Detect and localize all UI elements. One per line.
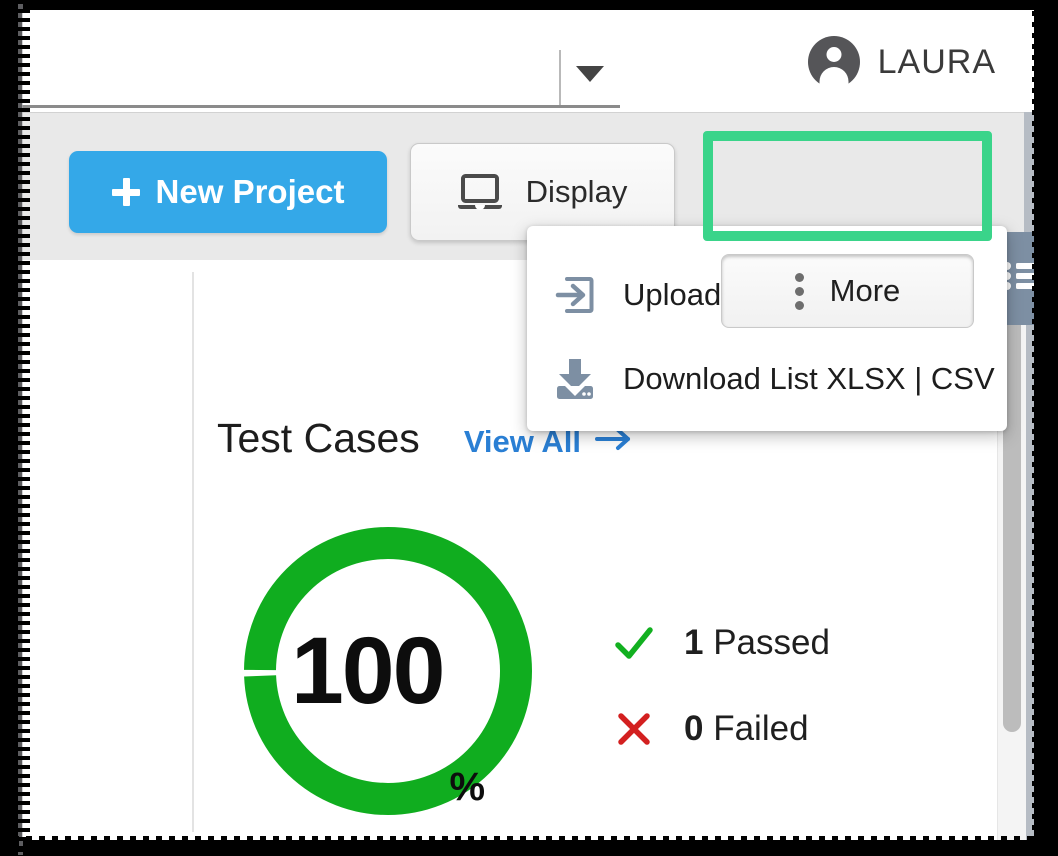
column-divider (192, 272, 194, 832)
screenshot-root: LAURA New Project Display (0, 0, 1058, 856)
more-label: More (830, 273, 901, 309)
donut-percent-unit: % (449, 765, 485, 810)
donut-center-label: 100 % (235, 518, 541, 824)
menu-item-label: Download List XLSX | CSV (623, 361, 995, 397)
legend-failed-text: 0 Failed (684, 709, 809, 749)
search-input[interactable] (30, 38, 540, 78)
dots-vertical-icon (795, 273, 804, 310)
account-circle-icon (808, 36, 860, 88)
check-icon (612, 621, 656, 665)
search-field-container[interactable] (22, 8, 620, 108)
new-project-button[interactable]: New Project (69, 151, 387, 233)
app-header: LAURA (22, 8, 1034, 112)
cross-icon (612, 707, 656, 751)
user-name-label: LAURA (878, 43, 996, 82)
legend-item-failed: 0 Failed (612, 686, 830, 772)
user-menu[interactable]: LAURA (808, 36, 996, 88)
menu-item-download-list[interactable]: Download List XLSX | CSV (527, 342, 1007, 416)
list-icon (1003, 261, 1034, 296)
test-result-legend: 1 Passed 0 Failed (612, 600, 830, 772)
more-button[interactable]: More (721, 254, 974, 328)
donut-percent-value: 100 (291, 624, 444, 719)
page-title: Test Cases (217, 415, 420, 462)
laptop-icon (458, 174, 502, 210)
failed-label: Failed (713, 709, 808, 748)
upload-arrow-box-icon (553, 273, 597, 317)
legend-item-passed: 1 Passed (612, 600, 830, 686)
passed-label: Passed (713, 623, 830, 662)
new-project-label: New Project (156, 173, 345, 211)
display-label: Display (526, 174, 628, 210)
app-window: LAURA New Project Display (22, 8, 1034, 840)
passed-count: 1 (684, 623, 703, 662)
field-divider (559, 50, 561, 105)
failed-count: 0 (684, 709, 703, 748)
legend-passed-text: 1 Passed (684, 623, 830, 663)
test-cases-donut-chart: 100 % (235, 518, 541, 824)
download-icon (553, 357, 597, 401)
torn-edge-right (1032, 0, 1050, 856)
plus-icon (112, 178, 140, 206)
chevron-down-icon[interactable] (576, 66, 604, 82)
